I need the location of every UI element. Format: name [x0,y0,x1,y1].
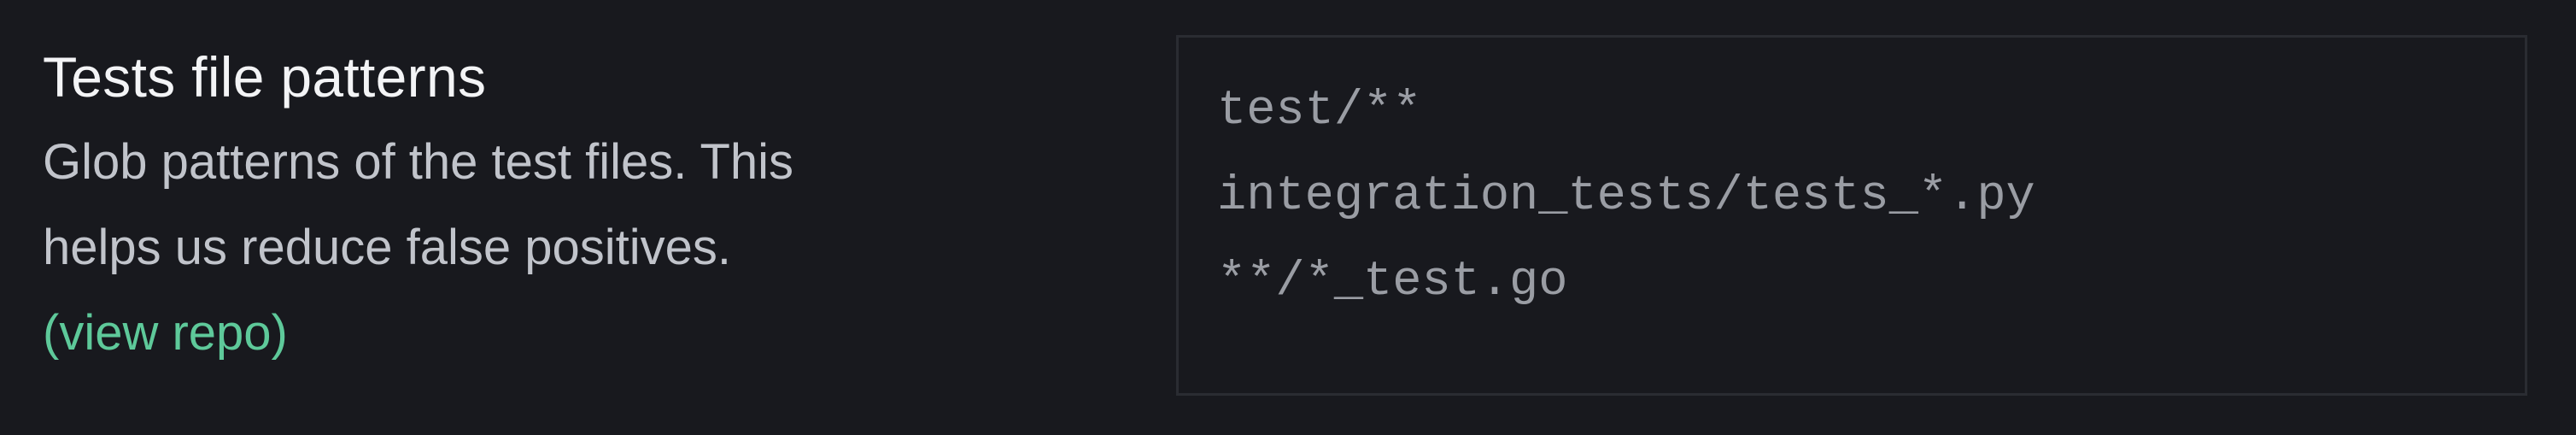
test-patterns-textarea[interactable] [1179,38,2525,393]
test-file-patterns-setting: Tests file patterns Glob patterns of the… [0,0,2576,435]
setting-label-column: Tests file patterns Glob patterns of the… [43,34,1085,376]
setting-description-line: Glob patterns of the test files. This [43,134,794,190]
setting-description: Glob patterns of the test files. This he… [43,120,1016,291]
view-repo-link[interactable]: (view repo) [43,305,288,361]
setting-description-line: helps us reduce false positives. [43,220,731,275]
test-patterns-field [1176,35,2527,396]
setting-title: Tests file patterns [43,45,487,109]
